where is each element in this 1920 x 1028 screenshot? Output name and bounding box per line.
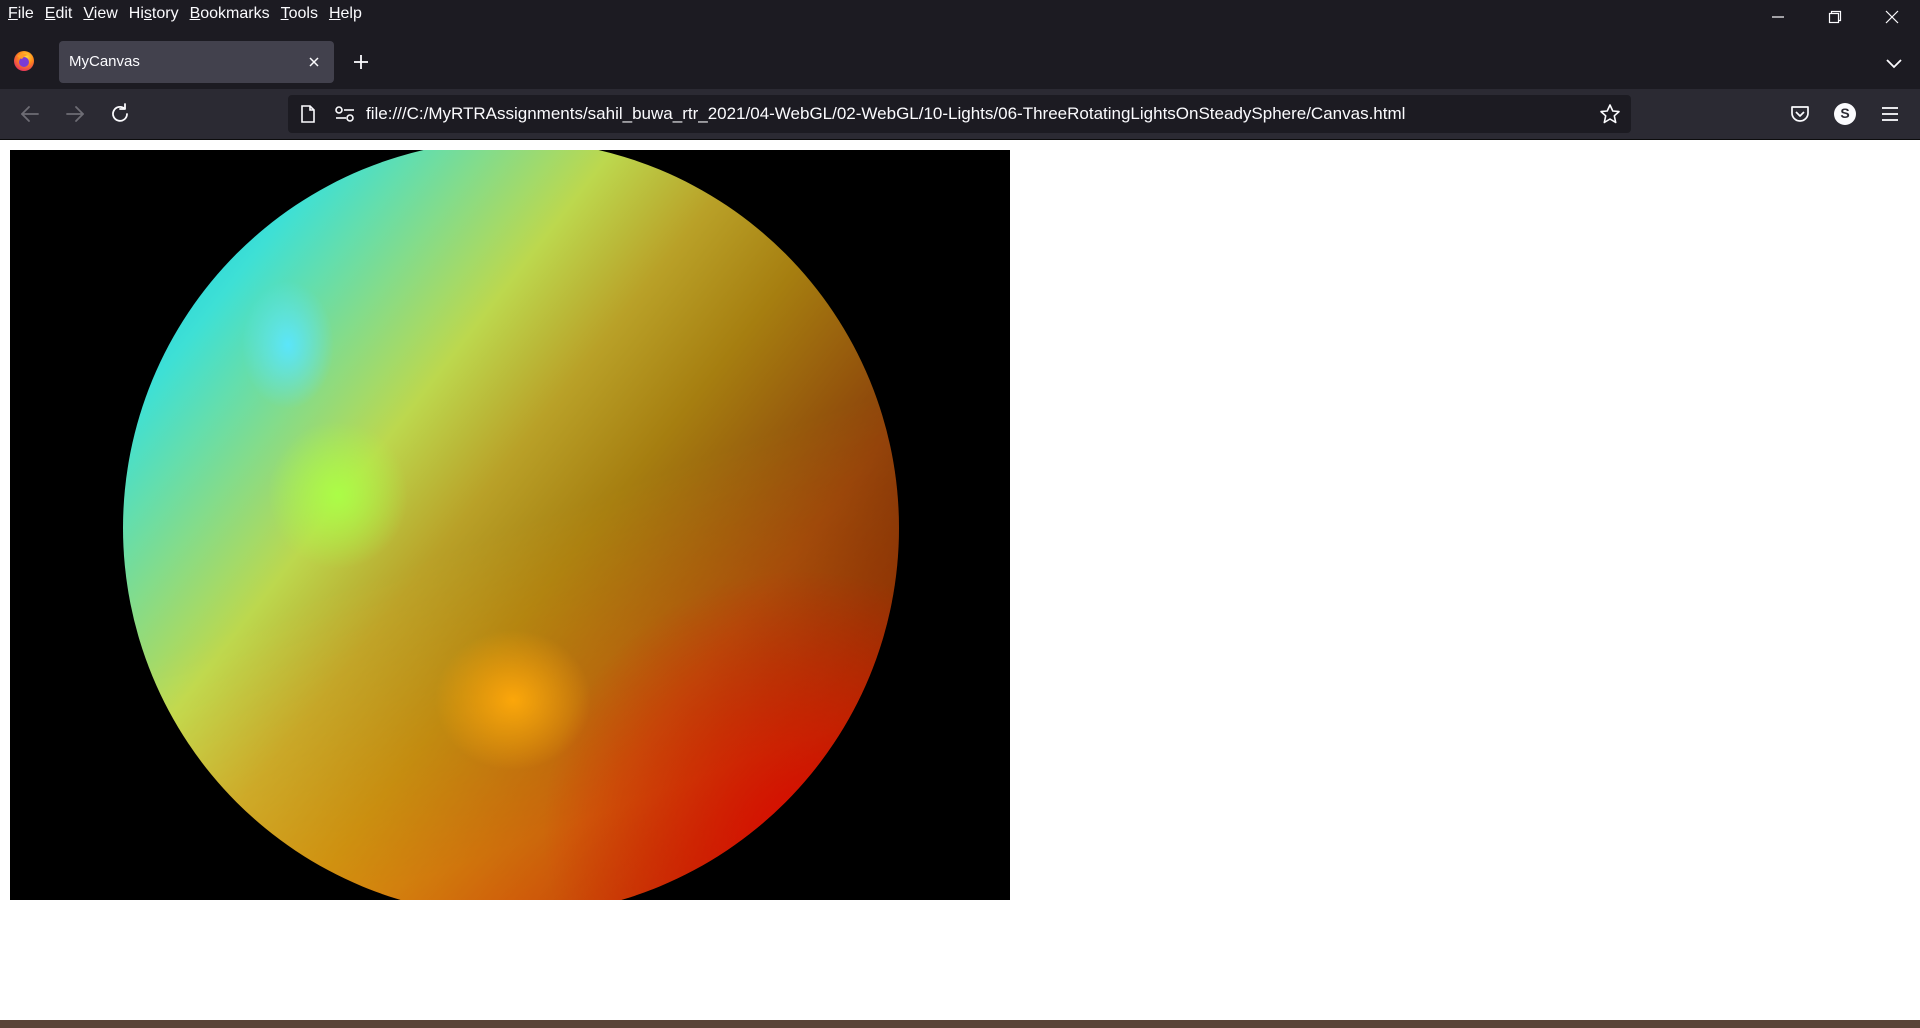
menu-bookmarks[interactable]: Bookmarks bbox=[186, 5, 277, 23]
menu-help[interactable]: Help bbox=[325, 5, 369, 23]
plus-icon bbox=[354, 55, 368, 69]
minimize-icon bbox=[1771, 16, 1784, 18]
navigation-bar: file:///C:/MyRTRAssignments/sahil_buwa_r… bbox=[0, 89, 1920, 140]
menu-tools-label: ools bbox=[288, 5, 318, 22]
url-text[interactable]: file:///C:/MyRTRAssignments/sahil_buwa_r… bbox=[366, 104, 1405, 124]
list-all-tabs-button[interactable] bbox=[1884, 53, 1904, 73]
reload-icon bbox=[112, 103, 128, 122]
chevron-down-icon bbox=[1886, 59, 1902, 69]
hamburger-menu-icon bbox=[1882, 107, 1898, 121]
tab-title: MyCanvas bbox=[69, 53, 140, 70]
tab-mycanvas[interactable]: MyCanvas bbox=[59, 41, 334, 83]
url-bar[interactable]: file:///C:/MyRTRAssignments/sahil_buwa_r… bbox=[288, 95, 1631, 133]
firefox-logo-icon[interactable] bbox=[13, 50, 35, 72]
pocket-button[interactable] bbox=[1788, 102, 1812, 126]
menu-bookmarks-accel: B bbox=[189, 5, 201, 22]
menu-history-accel: s bbox=[143, 5, 152, 22]
menu-view-accel: V bbox=[83, 5, 94, 22]
menu-edit-accel: E bbox=[44, 5, 56, 22]
pocket-icon bbox=[1791, 106, 1809, 122]
back-arrow-icon bbox=[21, 106, 39, 122]
menu-file[interactable]: File bbox=[4, 5, 41, 23]
menu-history[interactable]: History bbox=[125, 5, 186, 23]
account-initial: S bbox=[1840, 105, 1850, 121]
close-icon bbox=[309, 57, 319, 67]
sphere-red-light-overlay bbox=[123, 150, 899, 900]
menu-view-label: iew bbox=[93, 5, 118, 22]
menu-items: File Edit View History Bookmarks Tools H… bbox=[4, 0, 369, 28]
menu-tools[interactable]: Tools bbox=[277, 5, 325, 23]
permissions-icon[interactable] bbox=[334, 104, 356, 124]
menu-history-pre: Hi bbox=[128, 5, 144, 22]
reload-button[interactable] bbox=[108, 102, 132, 126]
account-button[interactable]: S bbox=[1833, 102, 1857, 126]
menu-file-label: ile bbox=[17, 5, 34, 22]
tab-close-button[interactable] bbox=[306, 54, 322, 70]
tab-strip: MyCanvas bbox=[0, 28, 1920, 89]
desktop-strip bbox=[0, 1020, 1920, 1028]
menu-edit-label: dit bbox=[55, 5, 73, 22]
restore-icon bbox=[1828, 10, 1841, 24]
menu-help-label: elp bbox=[340, 5, 362, 22]
webgl-canvas[interactable] bbox=[10, 150, 1010, 900]
menu-help-accel: H bbox=[328, 5, 341, 22]
star-icon bbox=[1600, 104, 1620, 124]
page-content bbox=[0, 140, 1920, 1020]
menu-file-accel: F bbox=[8, 5, 18, 22]
page-icon[interactable] bbox=[298, 104, 318, 124]
close-icon bbox=[1885, 10, 1898, 24]
menu-history-label: tory bbox=[151, 5, 179, 22]
bookmark-star-button[interactable] bbox=[1599, 103, 1621, 125]
menu-tools-accel: T bbox=[280, 5, 289, 22]
menu-edit[interactable]: Edit bbox=[41, 5, 80, 23]
back-button[interactable] bbox=[18, 102, 42, 126]
menu-bar: File Edit View History Bookmarks Tools H… bbox=[0, 0, 1920, 28]
app-menu-button[interactable] bbox=[1878, 102, 1902, 126]
forward-button[interactable] bbox=[63, 102, 87, 126]
menu-view[interactable]: View bbox=[79, 5, 124, 23]
menu-bookmarks-label: ookmarks bbox=[200, 5, 270, 22]
new-tab-button[interactable] bbox=[350, 51, 372, 73]
forward-arrow-icon bbox=[66, 106, 84, 122]
